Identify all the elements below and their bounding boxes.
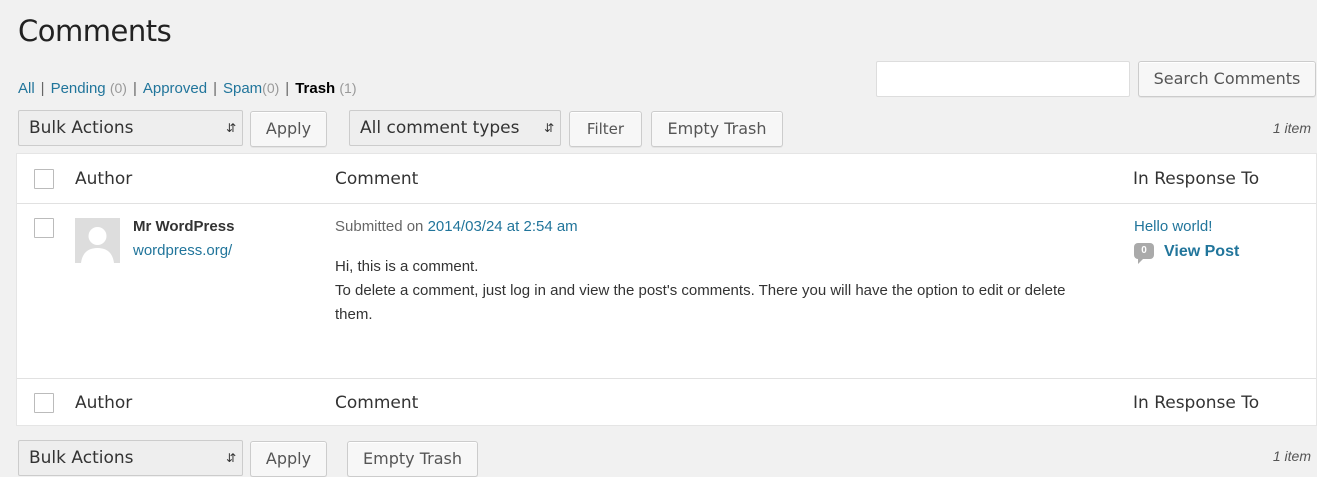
select-arrows-icon: ⇵ [225,121,236,135]
items-count-bottom: 1 item [1272,448,1311,464]
empty-trash-button-bottom[interactable]: Empty Trash [347,441,478,477]
table-header-row: Author Comment In Response To [17,154,1316,204]
view-post-link[interactable]: View Post [1164,243,1239,261]
comment-author-url[interactable]: wordpress.org/ [133,242,232,259]
bulk-actions-value: Bulk Actions [29,118,134,138]
separator: | [213,80,217,97]
separator: | [132,80,137,97]
submitted-prefix: Submitted on [335,218,424,235]
filter-trash-current[interactable]: Trash [295,80,335,97]
spam-count: (0) [262,80,280,96]
search-comments-button[interactable]: Search Comments [1138,61,1316,97]
pending-count: (0) [109,80,127,96]
items-count-top: 1 item [1272,120,1311,136]
column-in-response-to-footer[interactable]: In Response To [1133,393,1259,413]
comment-body: Hi, this is a comment. To delete a comme… [335,255,1105,327]
empty-trash-button-top[interactable]: Empty Trash [651,111,783,147]
bulk-actions-select-bottom[interactable]: Bulk Actions ⇵ [18,440,243,476]
column-author[interactable]: Author [75,169,132,189]
select-arrows-icon: ⇵ [225,451,236,465]
select-all-checkbox-footer[interactable] [34,393,54,413]
comment-line: To delete a comment, just log in and vie… [335,282,1066,323]
bulk-actions-value: Bulk Actions [29,448,134,468]
column-comment-footer: Comment [335,393,419,413]
column-comment: Comment [335,169,419,189]
filter-spam-link[interactable]: Spam [223,80,262,97]
filter-all-link[interactable]: All [18,80,35,97]
trash-count: (1) [339,80,357,96]
submitted-info: Submitted on 2014/03/24 at 2:54 am [335,218,578,235]
bulk-actions-select-top[interactable]: Bulk Actions ⇵ [18,110,243,146]
avatar [75,218,120,263]
comment-type-value: All comment types [360,118,520,138]
filter-approved-link[interactable]: Approved [143,80,207,97]
apply-button-top[interactable]: Apply [250,111,327,147]
filter-pending-link[interactable]: Pending [51,80,106,97]
comment-line: Hi, this is a comment. [335,258,479,275]
search-comments-input[interactable] [876,61,1130,97]
apply-button-bottom[interactable]: Apply [250,441,327,477]
column-in-response-to[interactable]: In Response To [1133,169,1259,189]
column-author-footer[interactable]: Author [75,393,132,413]
comment-count-bubble-icon[interactable]: 0 [1134,243,1154,264]
separator: | [40,80,45,97]
separator: | [285,80,290,97]
page-title: Comments [18,14,172,48]
comment-author-name: Mr WordPress [133,218,235,235]
response-post-link[interactable]: Hello world! [1134,218,1212,235]
comment-type-select[interactable]: All comment types ⇵ [349,110,561,146]
table-footer-row: Author Comment In Response To [17,378,1316,426]
filter-button[interactable]: Filter [569,111,642,147]
comment-date-link[interactable]: 2014/03/24 at 2:54 am [428,218,578,235]
select-arrows-icon: ⇵ [543,121,554,135]
select-all-checkbox[interactable] [34,169,54,189]
comments-table: Author Comment In Response To Mr WordPre… [16,153,1317,426]
avatar-silhouette-icon [75,218,120,263]
row-checkbox[interactable] [34,218,54,238]
status-filter-links: All | Pending (0) | Approved | Spam(0) | Trash (… [18,80,357,97]
